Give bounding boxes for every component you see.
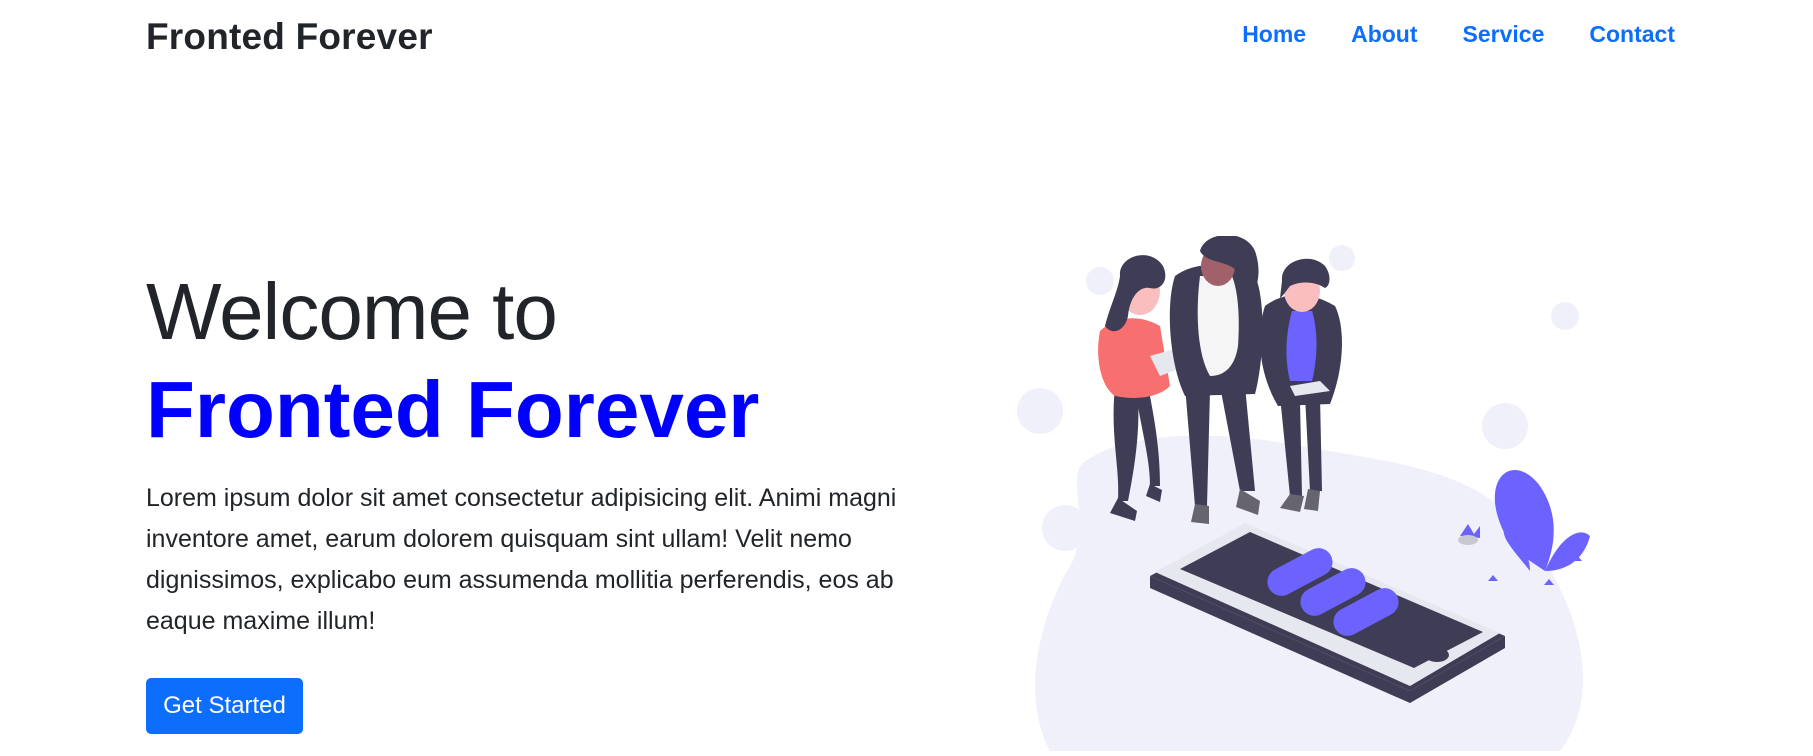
nav-link-about[interactable]: About [1351,21,1417,48]
hero-section: Welcome to Fronted Forever Lorem ipsum d… [146,272,926,642]
nav-link-contact[interactable]: Contact [1589,21,1675,48]
nav-links: Home About Service Contact [1242,21,1675,48]
hero-brand-heading: Fronted Forever [146,365,760,454]
hero-lead-text: Lorem ipsum dolor sit amet consectetur a… [146,484,897,635]
hero-welcome-heading: Welcome to [146,267,558,356]
people-with-phone-illustration [1000,234,1640,751]
get-started-button[interactable]: Get Started [146,678,303,734]
nav-link-service[interactable]: Service [1463,21,1545,48]
navbar: Fronted Forever Home About Service Conta… [0,0,1813,72]
brand-logo[interactable]: Fronted Forever [146,16,433,58]
nav-link-home[interactable]: Home [1242,21,1306,48]
